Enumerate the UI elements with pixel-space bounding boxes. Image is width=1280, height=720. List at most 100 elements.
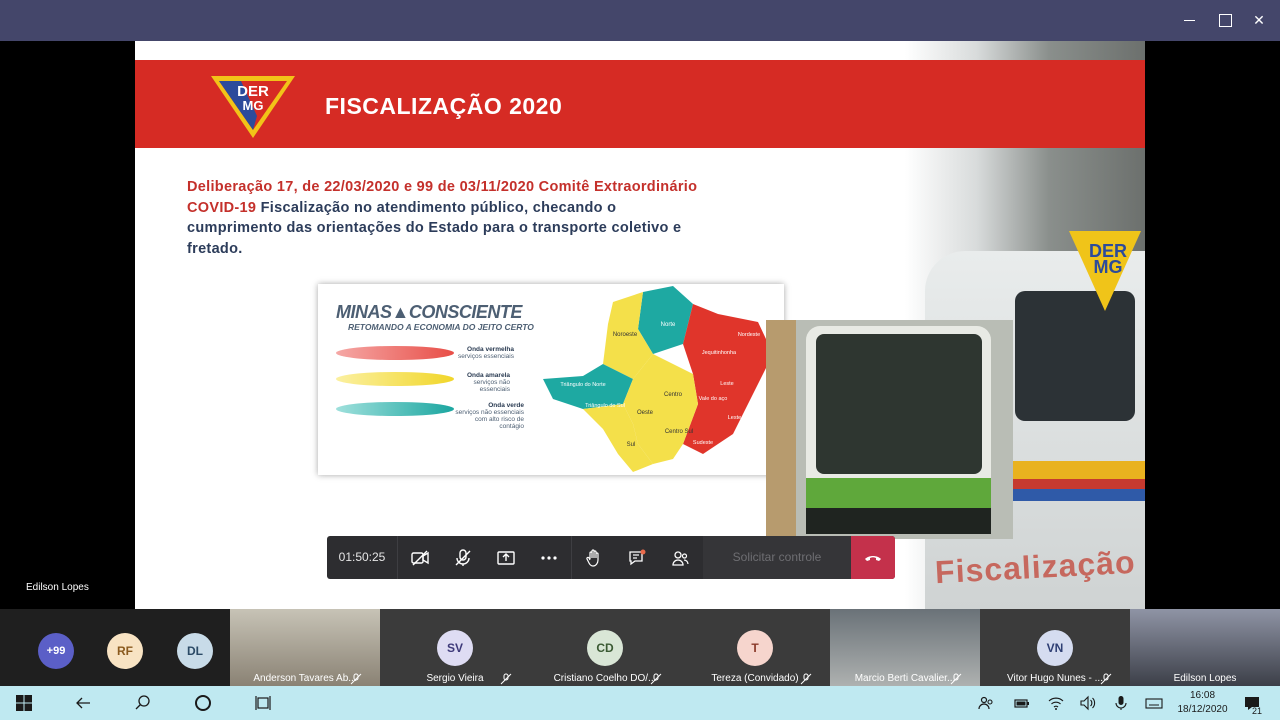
back-button[interactable] (73, 693, 93, 713)
svg-text:Leste do Sul: Leste do Sul (728, 415, 759, 421)
mic-off-icon (350, 673, 362, 685)
volume-icon (1080, 695, 1096, 711)
search-button[interactable] (133, 693, 153, 713)
battery-indicator[interactable] (1012, 693, 1032, 713)
presenter-name: Edilson Lopes (26, 582, 89, 593)
mic-off-icon (800, 673, 812, 685)
participant-tile[interactable]: Anderson Tavares Ab... (230, 609, 380, 686)
svg-text:Triângulo do Norte: Triângulo do Norte (560, 382, 605, 388)
participant-tile[interactable]: SV Sergio Vieira (380, 609, 530, 686)
mic-off-icon (500, 673, 512, 685)
task-view-icon (255, 696, 271, 710)
participants-icon (671, 550, 689, 566)
windows-taskbar: 16:08 18/12/2020 21 (0, 686, 1280, 720)
participant-tile[interactable]: T Tereza (Convidado) (680, 609, 830, 686)
windows-logo-icon (16, 695, 32, 711)
mic-off-icon (650, 673, 662, 685)
camera-off-icon (410, 550, 429, 565)
start-button[interactable] (14, 693, 34, 713)
task-view-button[interactable] (253, 693, 273, 713)
svg-text:Sul: Sul (627, 442, 636, 448)
camera-toggle-button[interactable] (398, 536, 441, 579)
svg-text:Nordeste: Nordeste (738, 332, 760, 338)
system-clock[interactable]: 16:08 18/12/2020 (1175, 689, 1230, 717)
volume-indicator[interactable] (1078, 693, 1098, 713)
minas-consciente-graphic: MINAS▲CONSCIENTE RETOMANDO A ECONOMIA DO… (318, 284, 784, 475)
inspection-text: Fiscalização no atendimento público, che… (187, 199, 682, 257)
back-arrow-icon (76, 697, 90, 709)
participant-avatar[interactable]: DL (177, 633, 213, 669)
presentation-slide: DER MG Fiscalização DER MG FISCALIZAÇÃO 2… (135, 41, 1145, 609)
participants-strip: +99 RF DL Anderson Tavares Ab... SV Serg… (0, 609, 1280, 686)
search-icon (135, 695, 150, 710)
minimize-button[interactable] (1180, 10, 1200, 30)
keyboard-icon (1145, 698, 1163, 709)
svg-text:Sudeste: Sudeste (693, 440, 713, 446)
microphone-icon (1115, 696, 1127, 710)
close-button[interactable]: ✕ (1249, 10, 1269, 30)
share-icon (496, 550, 515, 565)
svg-text:Oeste: Oeste (637, 410, 654, 416)
participant-avatar: VN (1037, 630, 1073, 666)
wave-green (336, 402, 454, 416)
microphone-indicator[interactable] (1111, 693, 1131, 713)
wave-yellow (336, 372, 454, 386)
svg-text:MG: MG (243, 98, 264, 113)
participant-avatar[interactable]: RF (107, 633, 143, 669)
wave-label-yellow: Onda amarela serviços não essenciais (467, 372, 510, 393)
participant-tile[interactable]: Edilson Lopes (1130, 609, 1280, 686)
participants-button[interactable] (658, 536, 701, 579)
chat-button[interactable] (615, 536, 658, 579)
mic-off-icon (455, 548, 470, 566)
wave-label-green: Onda verde serviços não essenciais com al… (455, 402, 524, 430)
dermg-logo: DER MG (211, 76, 295, 138)
clock-time: 16:08 (1189, 690, 1216, 701)
participant-tile[interactable]: VN Vitor Hugo Nunes - ... (980, 609, 1130, 686)
wave-label-red: Onda vermelha serviços essenciais (458, 346, 514, 360)
window-titlebar: ✕ (0, 0, 1280, 41)
raise-hand-icon (585, 548, 599, 567)
meeting-controls-bar: 01:50:25 Solicitar controle (327, 536, 895, 579)
share-screen-button[interactable] (484, 536, 527, 579)
svg-text:Norte: Norte (661, 322, 676, 328)
svg-text:Centro: Centro (664, 392, 683, 398)
slide-body-text: Deliberação 17, de 22/03/2020 e 99 de 03… (187, 177, 707, 259)
minas-region-map: Norte Noroeste Nordeste Jequitinhonha Tr… (543, 286, 773, 472)
call-timer: 01:50:25 (338, 550, 386, 564)
chat-icon (628, 549, 645, 565)
cortana-icon (195, 695, 211, 711)
svg-text:Leste: Leste (720, 381, 733, 387)
cortana-button[interactable] (193, 693, 213, 713)
more-icon (540, 555, 557, 560)
svg-text:Jequitinhonha: Jequitinhonha (702, 350, 737, 356)
participant-tile[interactable]: Marcio Berti Cavalier... (830, 609, 980, 686)
wave-red (336, 346, 454, 360)
bus-photo (766, 320, 1013, 539)
hangup-button[interactable] (851, 536, 895, 579)
shared-screen: DER MG Fiscalização DER MG FISCALIZAÇÃO 2… (0, 41, 1280, 609)
overflow-participants[interactable]: +99 (38, 633, 74, 669)
people-button[interactable] (976, 693, 996, 713)
svg-text:Vale do aço: Vale do aço (699, 396, 728, 402)
maximize-button[interactable] (1215, 10, 1235, 30)
svg-text:Triângulo do Sul: Triângulo do Sul (585, 403, 625, 409)
mic-off-icon (950, 673, 962, 685)
participant-avatar: CD (587, 630, 623, 666)
wifi-indicator[interactable] (1046, 693, 1066, 713)
mic-toggle-button[interactable] (441, 536, 484, 579)
request-control-button[interactable]: Solicitar controle (703, 536, 851, 579)
clock-date: 18/12/2020 (1177, 704, 1228, 715)
participant-avatar: T (737, 630, 773, 666)
hangup-icon (865, 555, 881, 561)
notification-count: 21 (1252, 706, 1263, 716)
raise-hand-button[interactable] (572, 536, 615, 579)
participant-tile[interactable]: CD Cristiano Coelho DO/... (530, 609, 680, 686)
more-actions-button[interactable] (527, 536, 570, 579)
battery-icon (1014, 699, 1029, 708)
wifi-icon (1048, 697, 1064, 710)
participant-avatar: SV (437, 630, 473, 666)
van-logo-text: DER MG (1088, 241, 1127, 277)
participant-name: Edilson Lopes (1173, 673, 1237, 684)
keyboard-indicator[interactable] (1144, 693, 1164, 713)
svg-text:Centro Sul: Centro Sul (665, 429, 693, 435)
